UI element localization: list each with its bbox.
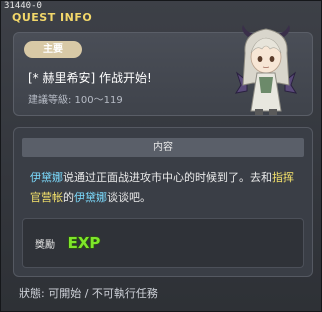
quest-name: [* 赫里希安] 作战开始! (28, 71, 152, 85)
recommended-level: 建議等級: 100～119 (28, 95, 123, 106)
description-text: 说通过正面战进攻市中心的时候到了。去和 (63, 171, 272, 184)
content-section-header: 内容 (22, 138, 304, 157)
npc-name-link: 伊黛娜 (74, 191, 107, 204)
quest-type-tag: 主要 (24, 41, 82, 58)
quest-id: 31440-0 (4, 1, 42, 11)
description-text: 谈谈吧。 (107, 191, 151, 204)
npc-name-link: 伊黛娜 (30, 171, 63, 184)
description-text: 的 (63, 191, 74, 204)
exp-icon[interactable]: EXP (67, 231, 101, 253)
reward-box: 獎勵 EXP (22, 218, 304, 268)
npc-portrait (235, 25, 297, 115)
quest-status: 狀態: 可開始 / 不可執行任務 (19, 287, 158, 300)
window-title: QUEST INFO (12, 11, 93, 24)
reward-label: 獎勵 (35, 240, 55, 251)
quest-info-window: 31440-0 QUEST INFO 主要 [* 赫里希安] 作战开始! 建議等… (0, 0, 322, 312)
quest-content-panel: 内容 伊黛娜说通过正面战进攻市中心的时候到了。去和指挥官营帐的伊黛娜谈谈吧。 獎… (13, 127, 313, 277)
exp-icon-text: EXP (68, 234, 101, 252)
quest-description: 伊黛娜说通过正面战进攻市中心的时候到了。去和指挥官营帐的伊黛娜谈谈吧。 (30, 168, 304, 208)
